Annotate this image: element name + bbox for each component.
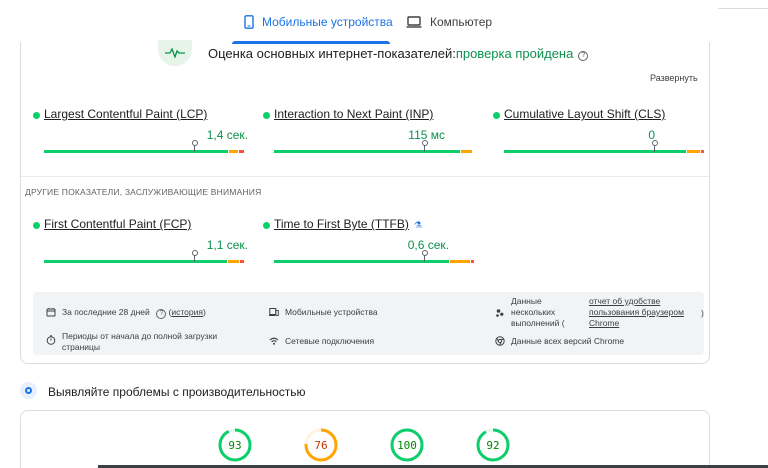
history-link[interactable]: история — [171, 307, 203, 317]
smartphone-icon — [244, 15, 254, 29]
bar-good — [504, 150, 686, 153]
score-gauge-best-practices[interactable]: 100 — [390, 428, 424, 462]
bar-average — [228, 260, 239, 263]
distribution-bar — [274, 260, 474, 263]
p75-marker — [192, 250, 198, 262]
scores-card — [20, 410, 710, 468]
info-devices: Мобильные устройства — [269, 307, 378, 318]
distribution-bar — [44, 150, 244, 153]
bar-good — [44, 150, 228, 153]
metric-name[interactable]: Time to First Byte (TTFB) ⚗ — [274, 217, 422, 231]
wifi-icon — [269, 337, 279, 345]
metric-name-text: Time to First Byte (TTFB) — [274, 217, 409, 231]
expand-button[interactable]: Развернуть — [650, 73, 698, 83]
info-page-loads: Периоды от начала до полной загрузки стр… — [46, 331, 246, 353]
metric-name[interactable]: Cumulative Layout Shift (CLS) — [504, 107, 665, 121]
bar-average — [229, 150, 238, 153]
metric-fcp: First Contentful Paint (FCP) 1,1 сек. — [33, 217, 248, 263]
p75-marker — [422, 250, 428, 262]
period-label: За последние 28 дней — [62, 307, 150, 317]
timer-icon — [46, 335, 56, 345]
bar-average — [461, 150, 472, 153]
bar-good — [274, 150, 460, 153]
metric-name[interactable]: First Contentful Paint (FCP) — [44, 217, 191, 231]
distribution-bar — [504, 150, 704, 153]
pulse-icon — [165, 48, 185, 58]
status-dot — [263, 222, 270, 229]
data-source-prefix: Данные нескольких выполнений ( — [511, 296, 565, 328]
score-gauge-seo[interactable]: 92 — [476, 428, 510, 462]
score-gauge-accessibility[interactable]: 76 — [304, 428, 338, 462]
bar-poor — [701, 150, 704, 153]
metric-value: 0,6 сек. — [407, 238, 449, 252]
p75-marker — [192, 140, 198, 152]
status-dot — [33, 222, 40, 229]
metric-inp: Interaction to Next Paint (INP) 115 мс — [263, 107, 473, 153]
users-icon — [496, 309, 504, 317]
section-divider — [21, 176, 709, 177]
p75-marker — [422, 140, 428, 152]
device-tabs: Мобильные устройства Компьютер — [0, 0, 768, 44]
distribution-bar — [274, 150, 474, 153]
bar-poor — [240, 260, 244, 263]
diagnose-title: Выявляйте проблемы с производительностью — [48, 385, 306, 399]
score-value: 93 — [228, 438, 242, 452]
bar-average — [687, 150, 700, 153]
info-chrome-versions: Данные всех версий Chrome — [495, 336, 624, 347]
chrome-icon — [495, 336, 505, 346]
info-period: За последние 28 дней ? (история) — [46, 307, 206, 319]
metric-cls: Cumulative Layout Shift (CLS) 0 — [493, 107, 704, 153]
page-loads-text: Периоды от начала до полной загрузки стр… — [62, 331, 218, 352]
metric-value: 1,4 сек. — [206, 128, 248, 142]
bar-poor — [471, 260, 474, 263]
experimental-flask-icon: ⚗ — [413, 220, 422, 230]
score-value: 92 — [486, 438, 500, 452]
other-metrics-heading: ДРУГИЕ ПОКАЗАТЕЛИ, ЗАСЛУЖИВАЮЩИЕ ВНИМАНИ… — [25, 187, 262, 197]
calendar-icon — [46, 308, 56, 317]
cwv-assessment-title: Оценка основных интернет-показателей:про… — [208, 46, 589, 61]
bar-good — [44, 260, 227, 263]
help-icon[interactable]: ? — [578, 51, 589, 61]
tab-desktop-label: Компьютер — [430, 15, 493, 29]
info-period-text: За последние 28 дней ? (история) — [62, 307, 206, 319]
diagnose-icon — [25, 387, 32, 394]
bar-good — [274, 260, 449, 263]
metric-lcp: Largest Contentful Paint (LCP) 1,4 сек. — [33, 107, 248, 153]
data-source-suffix: ) — [701, 308, 704, 318]
devices-icon — [269, 308, 279, 316]
diagnose-icon-badge — [20, 382, 37, 399]
tab-mobile-label: Мобильные устройства — [262, 15, 393, 29]
info-data-source: Данные нескольких выполнений ( отчет об … — [495, 296, 704, 329]
metric-ttfb: Time to First Byte (TTFB) ⚗ 0,6 сек. — [263, 217, 474, 263]
bar-poor — [239, 150, 244, 153]
connections-text: Сетевые подключения — [285, 336, 375, 346]
metric-name[interactable]: Largest Contentful Paint (LCP) — [44, 107, 207, 121]
metric-value: 1,1 сек. — [206, 238, 248, 252]
score-value: 100 — [397, 438, 417, 452]
devices-text: Мобильные устройства — [285, 307, 378, 317]
score-value: 76 — [314, 438, 328, 452]
help-icon[interactable]: ? — [156, 309, 167, 319]
cwv-title-text: Оценка основных интернет-показателей: — [208, 46, 456, 61]
cwv-status: проверка пройдена — [455, 46, 574, 61]
tab-mobile[interactable]: Мобильные устройства — [244, 0, 393, 44]
distribution-bar — [44, 260, 244, 263]
bar-average — [450, 260, 470, 263]
metric-name[interactable]: Interaction to Next Paint (INP) — [274, 107, 433, 121]
status-dot — [263, 112, 270, 119]
divider — [718, 8, 768, 9]
tab-desktop[interactable]: Компьютер — [406, 0, 492, 44]
p75-marker — [652, 140, 658, 152]
crux-report-link[interactable]: отчет об удобстве пользования браузером … — [589, 296, 695, 329]
info-connections: Сетевые подключения — [269, 336, 374, 347]
chrome-versions-text: Данные всех версий Chrome — [511, 336, 625, 346]
laptop-icon — [406, 16, 422, 28]
status-dot — [493, 112, 500, 119]
status-dot — [33, 112, 40, 119]
score-gauge-performance[interactable]: 93 — [218, 428, 252, 462]
